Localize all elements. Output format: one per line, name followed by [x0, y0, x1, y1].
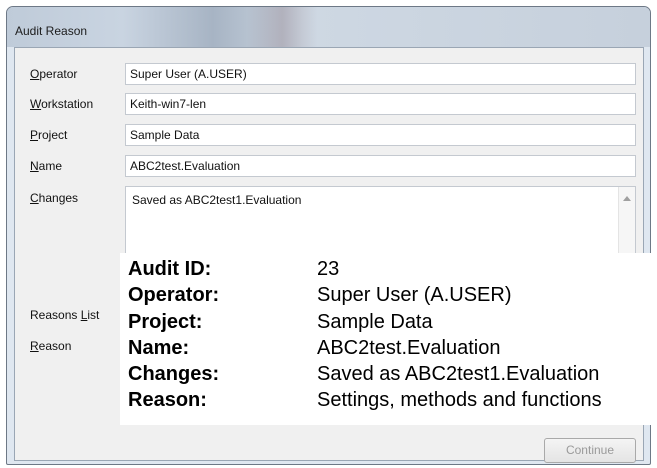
operator-label: Operator: [30, 67, 78, 81]
audit-summary-overlay: Audit ID: 23 Operator: Super User (A.USE…: [120, 253, 657, 425]
reason-label: Reason: [30, 339, 72, 353]
summary-name-value: ABC2test.Evaluation: [317, 337, 501, 359]
summary-name-key: Name:: [128, 337, 190, 359]
project-label: Project: [30, 128, 68, 142]
audit-id-value: 23: [317, 258, 340, 280]
workstation-label: Workstation: [30, 97, 94, 111]
summary-reason-key: Reason:: [128, 389, 207, 411]
name-label: Name: [30, 159, 63, 173]
title-bar: Audit Reason: [7, 7, 650, 47]
window-title: Audit Reason: [15, 24, 88, 38]
summary-operator-value: Super User (A.USER): [317, 284, 512, 306]
summary-changes-value: Saved as ABC2test1.Evaluation: [317, 363, 600, 385]
project-field[interactable]: Sample Data: [125, 124, 636, 146]
audit-id-key: Audit ID:: [128, 258, 212, 280]
workstation-field[interactable]: Keith-win7-len: [125, 93, 636, 115]
scroll-up-arrow-icon[interactable]: [623, 196, 631, 201]
summary-changes-key: Changes:: [128, 363, 220, 385]
operator-field[interactable]: Super User (A.USER): [125, 63, 636, 85]
changes-text: Saved as ABC2test1.Evaluation: [132, 193, 302, 207]
title-bar-highlight: [247, 7, 317, 47]
reasons-list-label: Reasons List: [30, 308, 100, 322]
summary-operator-key: Operator:: [128, 284, 220, 306]
name-field[interactable]: ABC2test.Evaluation: [125, 155, 636, 177]
summary-reason-value: Settings, methods and functions: [317, 389, 602, 411]
continue-button[interactable]: Continue: [544, 438, 636, 463]
summary-project-key: Project:: [128, 311, 203, 333]
summary-project-value: Sample Data: [317, 311, 433, 333]
changes-label: Changes: [30, 191, 79, 205]
